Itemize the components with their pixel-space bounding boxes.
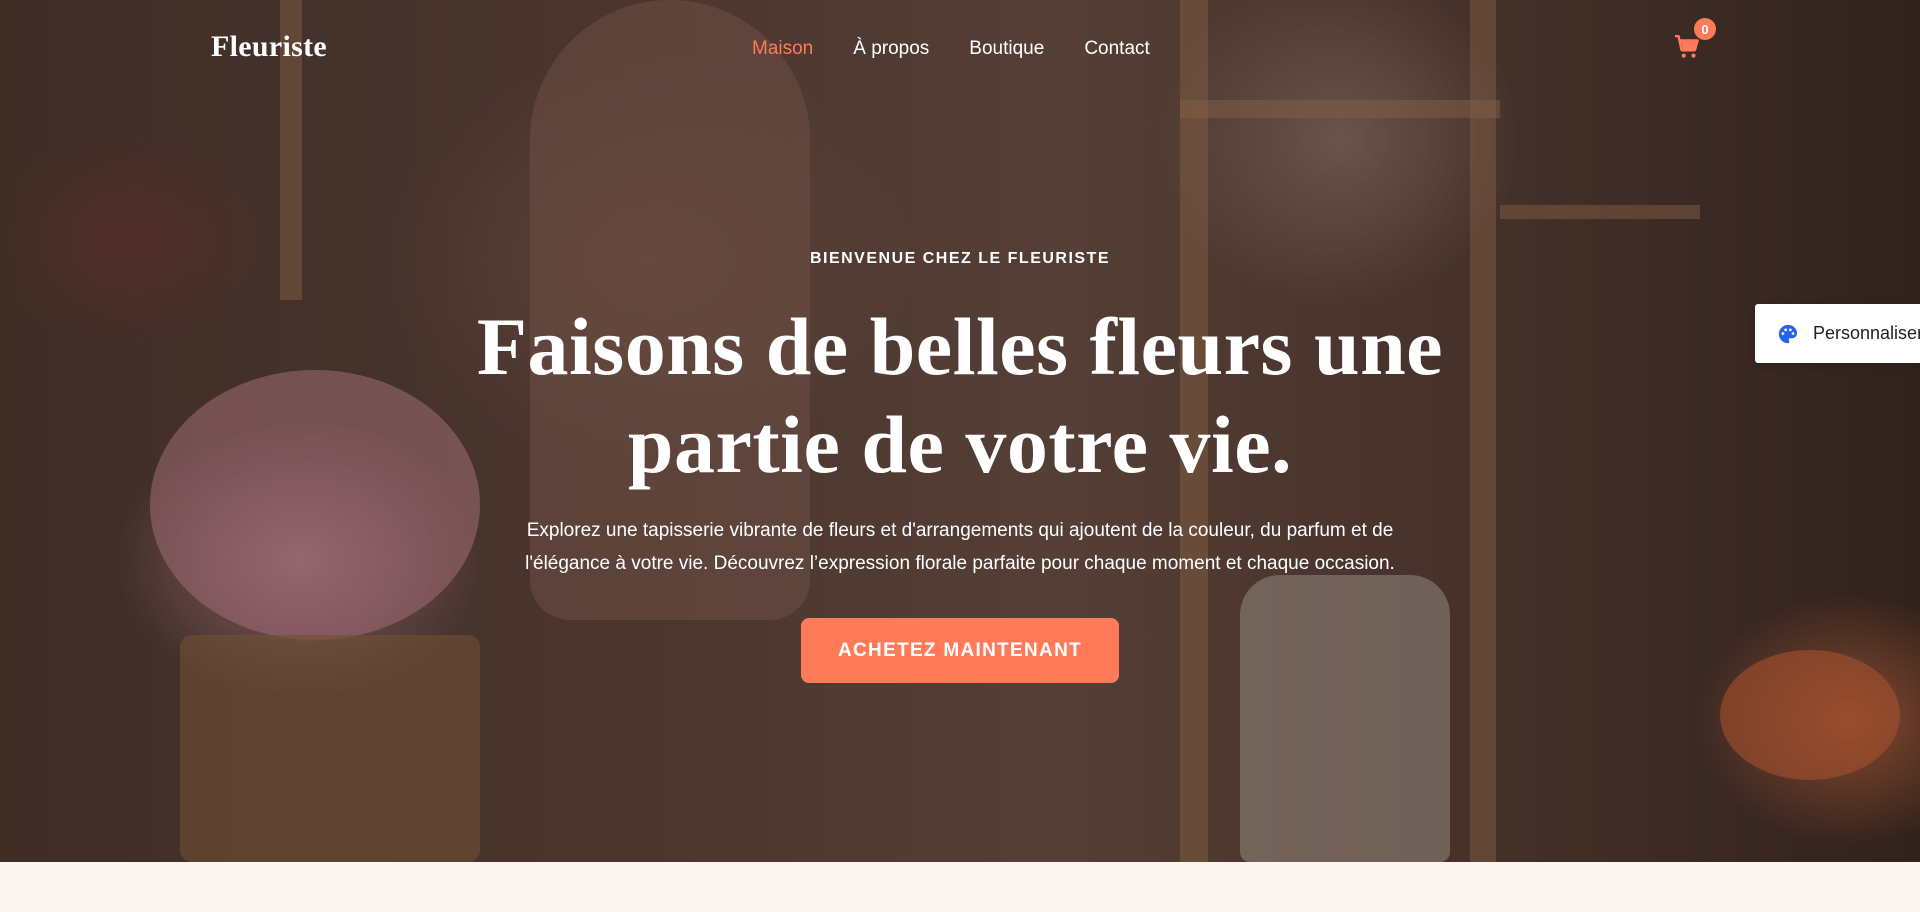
shop-now-button[interactable]: ACHETEZ MAINTENANT bbox=[801, 618, 1119, 683]
nav-item-maison[interactable]: Maison bbox=[752, 38, 813, 60]
hero-description: Explorez une tapisserie vibrante de fleu… bbox=[490, 514, 1430, 580]
customize-button[interactable]: Personnaliser bbox=[1755, 304, 1920, 363]
palette-icon bbox=[1778, 324, 1798, 343]
customize-label: Personnaliser bbox=[1813, 323, 1920, 343]
hero-description-line-1: Explorez une tapisserie vibrante de fleu… bbox=[526, 520, 1394, 541]
hero-description-line-2: l'élégance à votre vie. Découvrez l’expr… bbox=[525, 553, 1395, 574]
cart-icon bbox=[1675, 34, 1699, 58]
hero-eyebrow: BIENVENUE CHEZ LE FLEURISTE bbox=[809, 250, 1111, 267]
top-navbar: Fleuriste Maison À propos Boutique Conta… bbox=[0, 0, 1920, 100]
cart-count-badge: 0 bbox=[1694, 18, 1716, 40]
main-nav: Maison À propos Boutique Contact bbox=[752, 38, 1150, 60]
next-section bbox=[0, 862, 1920, 912]
hero-content: BIENVENUE CHEZ LE FLEURISTE Faisons de b… bbox=[460, 250, 1460, 683]
hero-headline-line-2: partie de votre vie. bbox=[627, 399, 1293, 490]
nav-item-contact[interactable]: Contact bbox=[1084, 38, 1149, 60]
hero-headline-line-1: Faisons de belles fleurs une bbox=[476, 301, 1444, 392]
cart-button[interactable]: 0 bbox=[1674, 18, 1716, 62]
site-logo[interactable]: Fleuriste bbox=[211, 30, 327, 64]
hero-headline: Faisons de belles fleurs une partie de v… bbox=[460, 298, 1460, 494]
nav-item-a-propos[interactable]: À propos bbox=[853, 38, 929, 60]
nav-item-boutique[interactable]: Boutique bbox=[969, 38, 1044, 60]
